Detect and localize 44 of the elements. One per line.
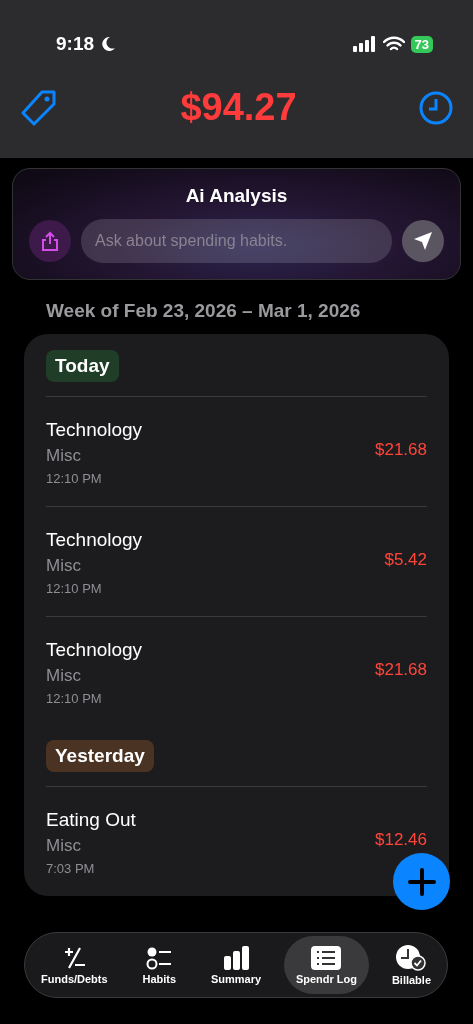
tab[interactable]: Habits <box>130 936 189 994</box>
day-tag: Today <box>46 350 119 382</box>
expense-note: Misc <box>46 666 82 686</box>
expense-row[interactable]: Technology Misc 12:10 PM $21.68 <box>46 616 427 726</box>
expense-time: 7:03 PM <box>46 861 96 876</box>
add-button[interactable] <box>393 853 450 910</box>
tab[interactable]: Spendr Log <box>283 936 370 994</box>
plus-icon <box>407 867 436 896</box>
total-amount: $94.27 <box>180 86 297 129</box>
tab[interactable]: Funds/Debts <box>29 936 120 994</box>
day-tag: Yesterday <box>46 740 154 772</box>
card-title: Ai Analysis <box>185 185 288 207</box>
wifi-icon <box>382 36 405 52</box>
moon-icon <box>100 36 117 52</box>
checklist-icon <box>146 945 173 970</box>
category-name: Technology <box>46 639 143 661</box>
category-name: Technology <box>46 419 143 441</box>
expense-time: 12:10 PM <box>46 471 103 486</box>
clock-check-icon <box>396 944 427 971</box>
battery-level: 73 <box>410 35 433 53</box>
expense-note: Misc <box>46 556 82 576</box>
expense-row[interactable]: Technology Misc 12:10 PM $21.68 <box>46 396 427 506</box>
tag-icon[interactable] <box>20 88 58 127</box>
tab[interactable]: Summary <box>198 936 274 994</box>
clock-icon[interactable] <box>419 90 453 125</box>
category-name: Eating Out <box>46 809 136 831</box>
week-label: Week of Feb 23, 2026 – Mar 1, 2026 <box>46 300 362 322</box>
expense-row[interactable]: Technology Misc 12:10 PM $5.42 <box>46 506 427 616</box>
bar-chart-icon <box>223 945 249 970</box>
list-icon <box>311 945 342 970</box>
clock-time: 9:18 <box>56 33 95 55</box>
category-name: Technology <box>46 529 143 551</box>
signal-icon <box>352 36 377 52</box>
expense-time: 12:10 PM <box>46 691 103 706</box>
expense-time: 12:10 PM <box>46 581 103 596</box>
expense-amount: $21.68 <box>375 659 427 680</box>
expense-amount: $21.68 <box>375 439 427 460</box>
share-icon[interactable] <box>29 220 71 262</box>
tab[interactable]: Billable <box>379 936 443 994</box>
send-icon[interactable] <box>402 220 444 262</box>
expense-amount: $5.42 <box>384 549 427 570</box>
expense-amount: $12.46 <box>375 829 427 850</box>
expense-note: Misc <box>46 836 82 856</box>
expense-note: Misc <box>46 446 82 466</box>
